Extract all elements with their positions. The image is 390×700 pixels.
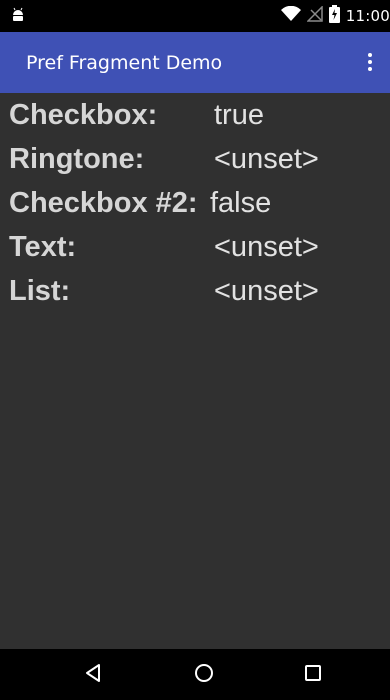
app-screen: 11:00 Pref Fragment Demo Checkbox: true … bbox=[0, 0, 390, 700]
pref-row-list: List: <unset> bbox=[0, 269, 390, 313]
status-icons: 11:00 bbox=[280, 0, 390, 32]
back-button[interactable] bbox=[64, 649, 124, 700]
home-button[interactable] bbox=[174, 649, 234, 700]
app-bar: Pref Fragment Demo bbox=[0, 32, 390, 93]
pref-label: Ringtone: bbox=[9, 143, 145, 175]
navigation-bar bbox=[0, 649, 390, 700]
battery-charging-icon bbox=[328, 5, 340, 27]
pref-label: Checkbox #2: bbox=[9, 187, 198, 219]
back-icon bbox=[84, 663, 104, 687]
android-debug-icon bbox=[10, 6, 26, 26]
recents-button[interactable] bbox=[283, 649, 343, 700]
pref-value: false bbox=[210, 187, 272, 219]
recents-icon bbox=[304, 664, 322, 686]
pref-row-checkbox: Checkbox: true bbox=[0, 93, 390, 137]
pref-label: List: bbox=[9, 275, 71, 307]
pref-label: Checkbox: bbox=[9, 99, 158, 131]
pref-row-text: Text: <unset> bbox=[0, 225, 390, 269]
pref-label: Text: bbox=[9, 231, 77, 263]
pref-value: <unset> bbox=[214, 143, 319, 175]
pref-value: <unset> bbox=[214, 275, 319, 307]
pref-row-checkbox-2: Checkbox #2: false bbox=[0, 181, 390, 225]
pref-value: <unset> bbox=[214, 231, 319, 263]
preferences-list: Checkbox: true Ringtone: <unset> Checkbo… bbox=[0, 93, 390, 313]
status-bar: 11:00 bbox=[0, 0, 390, 32]
more-vert-icon[interactable] bbox=[354, 42, 386, 82]
wifi-icon bbox=[280, 5, 301, 26]
pref-row-ringtone: Ringtone: <unset> bbox=[0, 137, 390, 181]
pref-value: true bbox=[214, 99, 264, 131]
home-icon bbox=[194, 663, 214, 687]
app-title: Pref Fragment Demo bbox=[26, 52, 223, 74]
no-signal-icon bbox=[305, 5, 323, 26]
status-time: 11:00 bbox=[345, 7, 390, 25]
